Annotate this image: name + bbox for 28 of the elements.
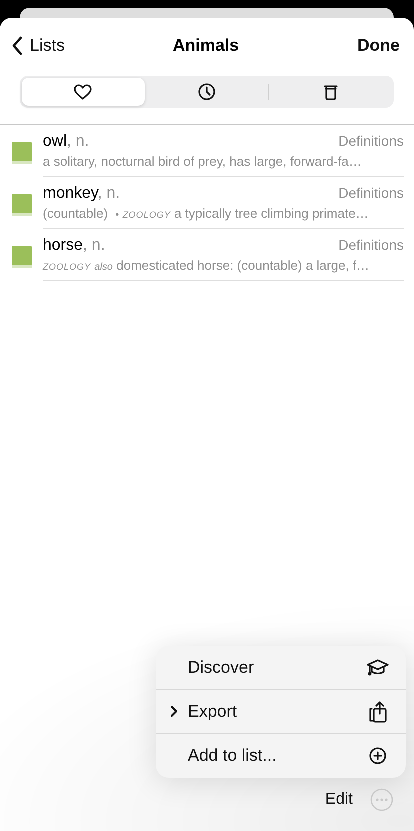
clock-icon: [198, 83, 216, 101]
menu-item[interactable]: Add to list...: [156, 734, 406, 778]
menu-item[interactable]: Discover: [156, 646, 406, 690]
done-button[interactable]: Done: [239, 34, 400, 58]
heart-icon: [74, 84, 92, 100]
back-button[interactable]: Lists: [12, 34, 173, 58]
source-label: Definitions: [338, 185, 404, 201]
headword: owl, n.: [43, 133, 90, 151]
book-icon: [12, 246, 32, 268]
headword: monkey, n.: [43, 185, 120, 203]
chevron-left-icon: [12, 36, 23, 56]
source-label: Definitions: [338, 237, 404, 253]
tab[interactable]: [22, 78, 145, 106]
source-label: Definitions: [338, 133, 404, 149]
menu-item[interactable]: Export: [156, 690, 406, 734]
graduation-cap-icon: [367, 658, 389, 677]
definition-text: a solitary, nocturnal bird of prey, has large, forward-fa…: [43, 154, 363, 169]
screen-title: Animals: [172, 35, 240, 57]
trash-icon: [322, 84, 339, 100]
definition-text: (countable) • ZOOLOGY a typically tree climbing primate…: [43, 206, 370, 221]
chevron-right-icon: [170, 705, 178, 718]
headword: horse, n.: [43, 237, 106, 255]
plus-circle-icon: [369, 747, 387, 765]
book-icon: [12, 142, 32, 164]
book-icon: [12, 194, 32, 216]
edit-button[interactable]: Edit: [325, 791, 353, 809]
definition-text: ZOOLOGY also domesticated horse: (countable) a large, f…: [43, 258, 371, 273]
share-icon: [368, 700, 388, 722]
